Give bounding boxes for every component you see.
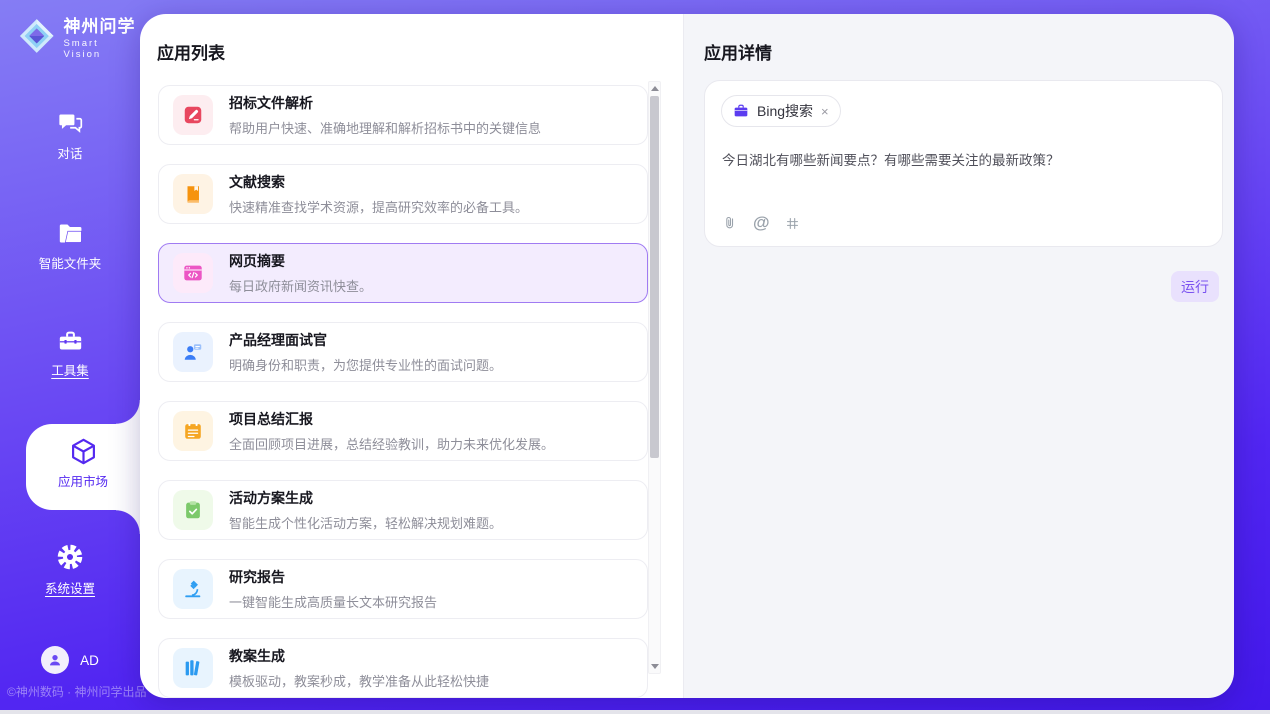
- paperclip-icon[interactable]: [722, 215, 738, 232]
- sidebar-item-smart-folder[interactable]: 智能文件夹: [0, 221, 140, 272]
- scrollbar-thumb[interactable]: [650, 96, 659, 458]
- app-list-panel: 应用列表 招标文件解析 帮助用户快速、准确地理解和解析招标书中的关键信息: [140, 14, 683, 698]
- app-name: 文献搜索: [229, 172, 528, 192]
- query-text[interactable]: 今日湖北有哪些新闻要点？有哪些需要关注的最新政策？: [722, 151, 1206, 171]
- app-card-event-plan[interactable]: 活动方案生成 智能生成个性化活动方案，轻松解决规划难题。: [158, 480, 648, 540]
- scrollbar-down-button[interactable]: [649, 660, 660, 673]
- sidebar-item-label: 应用市场: [26, 471, 140, 490]
- page-bottom-edge: [0, 710, 1270, 714]
- toolbox-icon: [57, 328, 84, 353]
- app-name: 教案生成: [229, 646, 489, 666]
- sidebar-item-app-market[interactable]: 应用市场: [26, 424, 140, 510]
- user-account[interactable]: AD: [0, 646, 140, 674]
- app-name: 网页摘要: [229, 251, 372, 271]
- app-detail-panel: 应用详情 Bing搜索 × 今日湖北有哪些新闻要点？有哪些需要关注的最新政策？: [683, 14, 1234, 698]
- sidebar-item-label: 工具集: [0, 360, 140, 379]
- user-initials: AD: [80, 653, 99, 668]
- app-desc: 全面回顾项目进展，总结经验教训，助力未来优化发展。: [229, 434, 554, 453]
- sidebar-item-toolset[interactable]: 工具集: [0, 328, 140, 379]
- chip-close-icon[interactable]: ×: [821, 105, 829, 118]
- book-icon: [173, 174, 213, 214]
- app-name: 研究报告: [229, 567, 437, 587]
- report-calendar-icon: [173, 411, 213, 451]
- app-card-research-report[interactable]: 研究报告 一键智能生成高质量长文本研究报告: [158, 559, 648, 619]
- arrow-up-icon: [651, 86, 659, 91]
- browser-code-icon: [173, 253, 213, 293]
- gear-icon: [56, 543, 84, 571]
- app-card-lesson-plan[interactable]: 教案生成 模板驱动，教案秒成，教学准备从此轻松快捷: [158, 638, 648, 698]
- books-icon: [173, 648, 213, 688]
- query-composer[interactable]: Bing搜索 × 今日湖北有哪些新闻要点？有哪些需要关注的最新政策？ @: [704, 80, 1223, 247]
- app-list-scrollbar: [648, 81, 661, 674]
- tool-chip-label: Bing搜索: [757, 101, 813, 121]
- app-card-bid-document-parsing[interactable]: 招标文件解析 帮助用户快速、准确地理解和解析招标书中的关键信息: [158, 85, 648, 145]
- app-card-pm-interviewer[interactable]: 产品经理面试官 明确身份和职责，为您提供专业性的面试问题。: [158, 322, 648, 382]
- folder-icon: [57, 221, 84, 246]
- app-background: 神州问学 Smart Vision 对话 智能文件夹: [0, 0, 1270, 710]
- run-button[interactable]: 运行: [1171, 271, 1219, 302]
- diamond-logo-icon: [18, 17, 55, 55]
- sidebar-item-label: 智能文件夹: [0, 253, 140, 272]
- cube-icon: [69, 437, 98, 466]
- sidebar-item-settings[interactable]: 系统设置: [0, 543, 140, 597]
- app-name: 项目总结汇报: [229, 409, 554, 429]
- sidebar-item-label: 系统设置: [0, 578, 140, 597]
- brand-subtitle: Smart Vision: [63, 38, 140, 60]
- brand-name: 神州问学: [63, 12, 140, 37]
- brand-logo: 神州问学 Smart Vision: [18, 12, 140, 60]
- sidebar-item-chat[interactable]: 对话: [0, 111, 140, 162]
- avatar: [41, 646, 69, 674]
- app-desc: 快速精准查找学术资源，提高研究效率的必备工具。: [229, 197, 528, 216]
- app-list: 招标文件解析 帮助用户快速、准确地理解和解析招标书中的关键信息 文献搜索: [158, 85, 648, 698]
- app-card-literature-search[interactable]: 文献搜索 快速精准查找学术资源，提高研究效率的必备工具。: [158, 164, 648, 224]
- app-desc: 帮助用户快速、准确地理解和解析招标书中的关键信息: [229, 118, 541, 137]
- tool-chip-bing-search[interactable]: Bing搜索 ×: [721, 95, 841, 127]
- user-icon: [47, 652, 63, 668]
- app-name: 活动方案生成: [229, 488, 502, 508]
- app-name: 产品经理面试官: [229, 330, 502, 350]
- composer-toolbar: @: [722, 213, 800, 233]
- app-desc: 明确身份和职责，为您提供专业性的面试问题。: [229, 355, 502, 374]
- scrollbar-up-button[interactable]: [649, 82, 660, 95]
- sidebar: 神州问学 Smart Vision 对话 智能文件夹: [0, 0, 140, 710]
- microscope-icon: [173, 569, 213, 609]
- app-detail-title: 应用详情: [704, 39, 772, 64]
- briefcase-icon: [733, 103, 749, 119]
- arrow-down-icon: [651, 664, 659, 669]
- app-card-project-summary[interactable]: 项目总结汇报 全面回顾项目进展，总结经验教训，助力未来优化发展。: [158, 401, 648, 461]
- chat-icon: [57, 111, 84, 136]
- main-panel: 应用列表 招标文件解析 帮助用户快速、准确地理解和解析招标书中的关键信息: [140, 14, 1234, 698]
- app-desc: 一键智能生成高质量长文本研究报告: [229, 592, 437, 611]
- app-list-title: 应用列表: [157, 39, 225, 64]
- copyright-text: ©神州数码 · 神州问学出品: [7, 683, 147, 700]
- app-card-web-summary[interactable]: 网页摘要 每日政府新闻资讯快查。: [158, 243, 648, 303]
- document-edit-icon: [173, 95, 213, 135]
- app-desc: 智能生成个性化活动方案，轻松解决规划难题。: [229, 513, 502, 532]
- app-desc: 每日政府新闻资讯快查。: [229, 276, 372, 295]
- app-name: 招标文件解析: [229, 93, 541, 113]
- sidebar-item-label: 对话: [0, 143, 140, 162]
- interviewer-icon: [173, 332, 213, 372]
- app-desc: 模板驱动，教案秒成，教学准备从此轻松快捷: [229, 671, 489, 690]
- at-icon[interactable]: @: [753, 213, 770, 233]
- hash-icon[interactable]: [785, 216, 800, 231]
- clipboard-check-icon: [173, 490, 213, 530]
